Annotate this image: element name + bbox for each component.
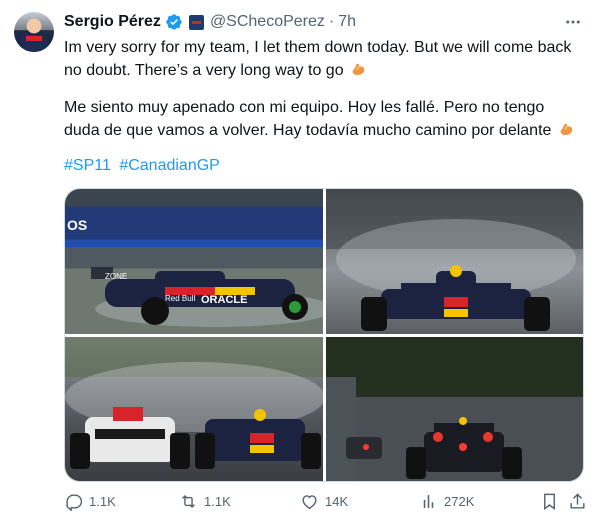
heart-icon	[302, 495, 317, 510]
like-button[interactable]: 14K	[300, 492, 348, 511]
sponsor-banner-text: OS	[67, 217, 88, 233]
share-icon	[570, 493, 585, 509]
flexed-biceps-icon	[560, 123, 573, 135]
repost-button[interactable]: 1.1K	[179, 492, 231, 511]
hashtags: #SP11 #CanadianGP	[64, 157, 224, 175]
reply-count: 1.1K	[89, 494, 116, 509]
repost-count: 1.1K	[204, 494, 231, 509]
share-button[interactable]	[568, 492, 593, 511]
more-options-icon[interactable]	[561, 12, 585, 32]
tweet-actions: 1.1K 1.1K 14K 272K	[64, 492, 588, 518]
separator-dot: ·	[328, 13, 335, 30]
race-car-image	[326, 189, 583, 331]
author-name[interactable]: Sergio Pérez	[64, 13, 161, 31]
car-sponsor-text-3: ZONE	[105, 272, 127, 281]
flexed-biceps-icon	[352, 63, 365, 75]
bookmark-button[interactable]	[540, 492, 565, 511]
car-sponsor-text-2: ORACLE	[201, 294, 247, 306]
photo-1[interactable]: OS Red Bull ORACLE ZONE	[65, 189, 323, 334]
tweet-text-en: Im very sorry for my team, I let them do…	[64, 39, 572, 79]
views-button[interactable]: 272K	[419, 492, 474, 511]
race-car-image	[326, 337, 583, 481]
race-car-image	[65, 337, 323, 469]
analytics-icon	[423, 495, 434, 508]
avatar-stripe	[26, 36, 42, 41]
photo-2[interactable]	[326, 189, 583, 334]
reply-button[interactable]: 1.1K	[64, 492, 116, 511]
tweet-text-spanish: Me siento muy apenado con mi equipo. Hoy…	[64, 96, 584, 142]
car-sponsor-text-1: Red Bull	[165, 294, 195, 303]
hashtag-sp11[interactable]: #SP11	[64, 157, 111, 174]
repost-icon	[182, 494, 195, 509]
media-grid: OS Red Bull ORACLE ZONE	[64, 188, 584, 482]
tweet-timestamp[interactable]: 7h	[338, 13, 356, 31]
photo-4[interactable]	[326, 337, 583, 481]
avatar[interactable]	[14, 12, 54, 52]
hashtag-canadiangp[interactable]: #CanadianGP	[119, 157, 220, 174]
tweet-text-es: Me siento muy apenado con mi equipo. Hoy…	[64, 99, 552, 139]
like-count: 14K	[325, 494, 349, 509]
views-count: 272K	[444, 494, 475, 509]
bookmark-icon	[544, 493, 555, 511]
reply-icon	[66, 494, 83, 511]
tweet-header: Sergio Pérez @SChecoPerez · 7h	[64, 11, 356, 33]
tweet-text-english: Im very sorry for my team, I let them do…	[64, 36, 584, 82]
verified-badge-icon	[166, 14, 182, 30]
author-handle[interactable]: @SChecoPerez	[210, 13, 325, 31]
race-car-image: Red Bull ORACLE ZONE	[91, 267, 323, 327]
affiliate-badge-icon[interactable]	[188, 14, 204, 30]
photo-3[interactable]	[65, 337, 323, 481]
